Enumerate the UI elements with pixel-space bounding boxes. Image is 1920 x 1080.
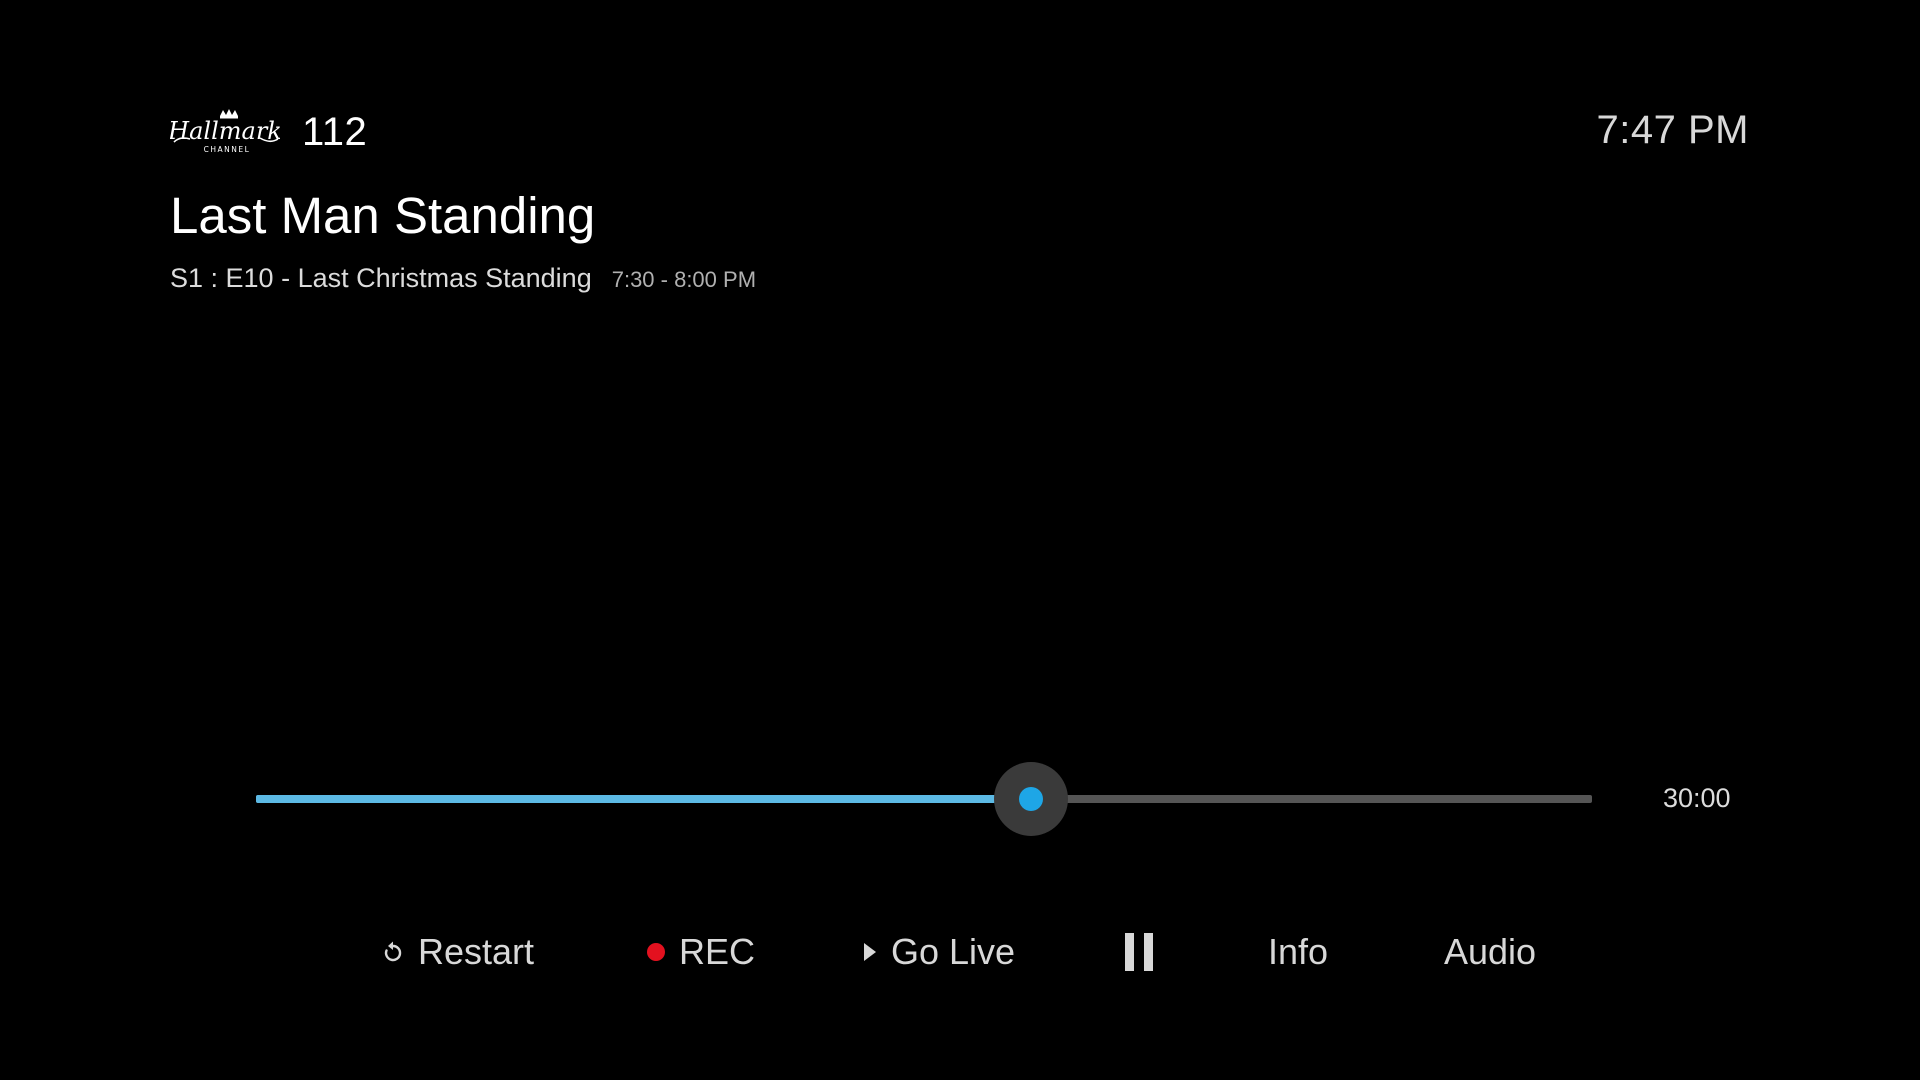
svg-text:Hallmark: Hallmark [170, 117, 280, 145]
restart-label: Restart [418, 931, 535, 972]
record-label: REC [679, 931, 756, 972]
channel-info: Hallmark CHANNEL 112 [170, 104, 367, 160]
svg-text:CHANNEL: CHANNEL [204, 145, 251, 154]
go-live-label: Go Live [891, 931, 1016, 972]
playback-progress-bar[interactable] [256, 762, 1592, 836]
air-time-range: 7:30 - 8:00 PM [611, 267, 757, 292]
progress-fill [256, 795, 1031, 803]
go-live-button[interactable]: Go Live [863, 922, 1015, 982]
hallmark-logo-icon: Hallmark CHANNEL [170, 109, 280, 154]
restart-button[interactable]: Restart [382, 922, 534, 982]
player-overlay: Hallmark CHANNEL 112 7:47 PM Last Man St… [0, 0, 1920, 1080]
play-triangle-icon [863, 942, 877, 962]
duration-label: 30:00 [1663, 783, 1731, 813]
channel-number: 112 [302, 109, 368, 154]
program-title: Last Man Standing [170, 187, 596, 244]
playback-controls: Restart REC Go Live Info Audio [0, 922, 1920, 982]
info-button[interactable]: Info [1268, 922, 1328, 982]
episode-title: S1 : E10 - Last Christmas Standing [170, 263, 592, 293]
audio-label: Audio [1444, 931, 1537, 972]
record-button[interactable]: REC [647, 922, 755, 982]
progress-thumb[interactable] [1018, 787, 1043, 811]
pause-icon [1125, 933, 1153, 971]
hallmark-channel-logo: Hallmark CHANNEL [170, 106, 280, 158]
episode-info: S1 : E10 - Last Christmas Standing 7:30 … [170, 263, 756, 294]
current-time: 7:47 PM [1596, 108, 1749, 152]
info-label: Info [1268, 931, 1329, 972]
audio-button[interactable]: Audio [1444, 922, 1536, 982]
record-dot-icon [647, 943, 665, 961]
restart-icon [382, 940, 404, 964]
pause-button[interactable] [1125, 922, 1153, 982]
